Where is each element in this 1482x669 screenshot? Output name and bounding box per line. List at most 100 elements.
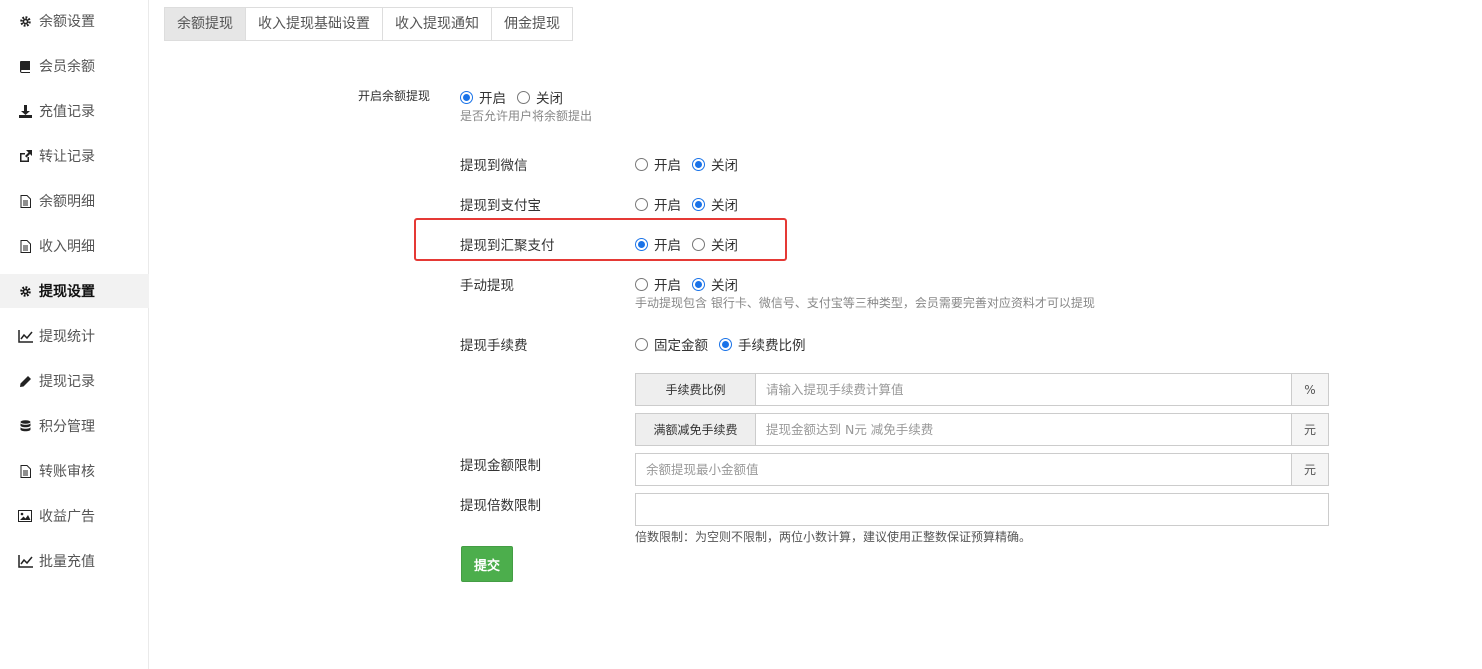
sidebar: 余额设置 会员余额 充值记录 转让记录 余额明细 收入明细 提现设置 提现统计 …	[0, 0, 149, 669]
sidebar-item-label: 提现记录	[39, 374, 95, 390]
sidebar-item-transfer-review[interactable]: 转账审核	[0, 454, 149, 488]
sidebar-item-member-balance[interactable]: 会员余额	[0, 49, 149, 83]
sidebar-item-balance-details[interactable]: 余额明细	[0, 184, 149, 218]
fee-exempt-input-group: 满额减免手续费 元	[635, 413, 1329, 446]
sidebar-item-recharge-records[interactable]: 充值记录	[0, 94, 149, 128]
to-wechat-on-radio[interactable]: 开启	[635, 154, 681, 174]
sidebar-item-batch-recharge[interactable]: 批量充值	[0, 544, 149, 578]
file-icon	[17, 193, 33, 209]
to-wechat-label: 提现到微信	[460, 158, 528, 174]
to-huiju-radio-group: 开启 关闭	[635, 234, 749, 254]
sidebar-item-label: 转让记录	[39, 149, 95, 165]
radio-unchecked-icon	[692, 237, 705, 251]
fee-ratio-input-group: 手续费比例 %	[635, 373, 1329, 406]
sidebar-item-balance-settings[interactable]: 余额设置	[0, 4, 149, 38]
sidebar-item-label: 积分管理	[39, 419, 95, 435]
multiple-limit-input[interactable]	[636, 494, 1328, 525]
enable-withdraw-label: 开启余额提现	[358, 89, 431, 103]
radio-checked-icon	[635, 237, 648, 251]
fee-label: 提现手续费	[460, 338, 528, 354]
fee-exempt-suffix: 元	[1291, 414, 1328, 445]
enable-withdraw-off-radio[interactable]: 关闭	[517, 87, 563, 107]
sidebar-item-label: 充值记录	[39, 104, 95, 120]
manual-withdraw-help: 手动提现包含 银行卡、微信号、支付宝等三种类型，会员需要完善对应资料才可以提现	[635, 296, 1095, 310]
sidebar-item-label: 收入明细	[39, 239, 95, 255]
fee-exempt-addon: 满额减免手续费	[636, 414, 756, 445]
radio-unchecked-icon	[635, 197, 648, 211]
sidebar-item-label: 提现统计	[39, 329, 95, 345]
file-icon	[17, 238, 33, 254]
fee-ratio-input[interactable]	[756, 374, 1291, 405]
database-icon	[17, 418, 33, 434]
sidebar-item-label: 余额明细	[39, 194, 95, 210]
enable-withdraw-help: 是否允许用户将余额提出	[460, 109, 593, 123]
enable-withdraw-on-radio[interactable]: 开启	[460, 87, 506, 107]
tab-commission-withdraw[interactable]: 佣金提现	[492, 8, 572, 40]
amount-limit-label: 提现金额限制	[460, 458, 541, 474]
radio-checked-icon	[719, 337, 732, 351]
sidebar-item-label: 会员余额	[39, 59, 95, 75]
manual-withdraw-on-radio[interactable]: 开启	[635, 274, 681, 294]
image-icon	[17, 508, 33, 524]
sidebar-item-label: 提现设置	[39, 284, 95, 300]
sidebar-item-points-management[interactable]: 积分管理	[0, 409, 149, 443]
tab-income-withdraw-basic[interactable]: 收入提现基础设置	[246, 8, 383, 40]
book-icon	[17, 58, 33, 74]
fee-ratio-addon: 手续费比例	[636, 374, 756, 405]
multiple-limit-label: 提现倍数限制	[460, 498, 541, 514]
enable-withdraw-radio-group: 开启 关闭	[460, 87, 574, 107]
amount-limit-input[interactable]	[636, 454, 1291, 485]
to-huiju-on-radio[interactable]: 开启	[635, 234, 681, 254]
sidebar-item-revenue-ads[interactable]: 收益广告	[0, 499, 149, 533]
radio-unchecked-icon	[635, 277, 648, 291]
to-alipay-off-radio[interactable]: 关闭	[692, 194, 738, 214]
tab-income-withdraw-notify[interactable]: 收入提现通知	[383, 8, 492, 40]
manual-withdraw-off-radio[interactable]: 关闭	[692, 274, 738, 294]
radio-checked-icon	[692, 277, 705, 291]
tab-bar: 余额提现 收入提现基础设置 收入提现通知 佣金提现	[164, 7, 573, 41]
sidebar-item-label: 批量充值	[39, 554, 95, 570]
multiple-limit-help: 倍数限制：为空则不限制，两位小数计算，建议使用正整数保证预算精确。	[635, 530, 1032, 544]
sidebar-item-withdraw-records[interactable]: 提现记录	[0, 364, 149, 398]
radio-unchecked-icon	[635, 337, 648, 351]
fee-radio-group: 固定金额 手续费比例	[635, 334, 817, 354]
to-huiju-label: 提现到汇聚支付	[460, 238, 555, 254]
pencil-icon	[17, 373, 33, 389]
to-alipay-on-radio[interactable]: 开启	[635, 194, 681, 214]
to-wechat-off-radio[interactable]: 关闭	[692, 154, 738, 174]
to-alipay-radio-group: 开启 关闭	[635, 194, 749, 214]
radio-checked-icon	[460, 90, 473, 104]
line-chart-icon	[17, 553, 33, 569]
sidebar-item-transfer-records[interactable]: 转让记录	[0, 139, 149, 173]
fee-ratio-radio[interactable]: 手续费比例	[719, 334, 806, 354]
radio-checked-icon	[692, 197, 705, 211]
amount-limit-input-group: 元	[635, 453, 1329, 486]
file-icon	[17, 463, 33, 479]
to-alipay-label: 提现到支付宝	[460, 198, 541, 214]
sidebar-item-withdraw-stats[interactable]: 提现统计	[0, 319, 149, 353]
sidebar-item-withdraw-settings[interactable]: 提现设置	[0, 274, 149, 308]
radio-unchecked-icon	[635, 157, 648, 171]
sidebar-item-income-details[interactable]: 收入明细	[0, 229, 149, 263]
submit-button[interactable]: 提交	[461, 546, 513, 582]
to-wechat-radio-group: 开启 关闭	[635, 154, 749, 174]
manual-withdraw-radio-group: 开启 关闭	[635, 274, 749, 294]
line-chart-icon	[17, 328, 33, 344]
external-link-icon	[17, 148, 33, 164]
fee-fixed-radio[interactable]: 固定金额	[635, 334, 708, 354]
sidebar-item-label: 余额设置	[39, 14, 95, 30]
sidebar-item-label: 转账审核	[39, 464, 95, 480]
gear-icon	[17, 283, 33, 299]
multiple-limit-input-group	[635, 493, 1329, 526]
tab-balance-withdraw[interactable]: 余额提现	[165, 8, 246, 40]
sidebar-item-label: 收益广告	[39, 509, 95, 525]
manual-withdraw-label: 手动提现	[460, 278, 514, 294]
download-icon	[17, 103, 33, 119]
fee-exempt-input[interactable]	[756, 414, 1291, 445]
to-huiju-off-radio[interactable]: 关闭	[692, 234, 738, 254]
radio-unchecked-icon	[517, 90, 530, 104]
amount-limit-suffix: 元	[1291, 454, 1328, 485]
radio-checked-icon	[692, 157, 705, 171]
gear-icon	[17, 13, 33, 29]
fee-ratio-suffix: %	[1291, 374, 1328, 405]
